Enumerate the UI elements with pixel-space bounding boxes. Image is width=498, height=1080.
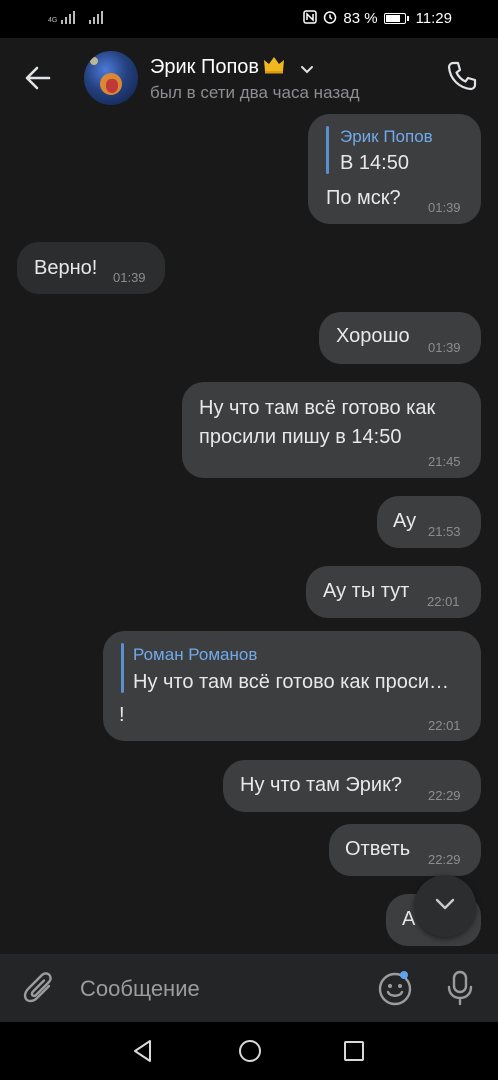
message-time: 01:39 bbox=[428, 340, 461, 355]
status-bar: 4G 83 % 11:29 bbox=[0, 0, 498, 38]
scroll-down-button[interactable] bbox=[414, 875, 476, 937]
emoji-icon[interactable] bbox=[376, 970, 414, 1008]
back-arrow-icon[interactable] bbox=[20, 60, 56, 96]
contact-name-row[interactable]: Эрик Попов bbox=[150, 56, 315, 79]
chevron-down-icon bbox=[432, 891, 458, 922]
reply-quote-bar bbox=[326, 126, 329, 174]
reply-author: Роман Романов bbox=[133, 645, 258, 664]
message-time: 21:53 bbox=[428, 524, 461, 539]
message-time: 22:01 bbox=[427, 594, 460, 609]
message-input[interactable] bbox=[80, 972, 360, 1006]
message-bubble[interactable]: Роман Романов Ну что там всё готово как … bbox=[103, 631, 481, 741]
status-signals: 4G bbox=[48, 10, 104, 24]
message-list[interactable]: Эрик Попов В 14:50 По мск? 01:39 Верно! … bbox=[0, 114, 498, 954]
message-bubble[interactable]: Эрик Попов В 14:50 По мск? 01:39 bbox=[308, 114, 481, 224]
battery-icon bbox=[383, 13, 409, 24]
message-text: Верно! bbox=[34, 257, 98, 279]
message-time: 22:29 bbox=[428, 788, 461, 803]
cellular-signal-2-icon bbox=[89, 10, 104, 24]
clock: 11:29 bbox=[415, 10, 452, 27]
message-bubble[interactable]: Верно! 01:39 bbox=[17, 242, 165, 294]
reply-quote-bar bbox=[121, 643, 124, 693]
contact-status: был в сети два часа назад bbox=[150, 83, 360, 102]
message-text: По мск? bbox=[326, 187, 401, 209]
message-time: 01:39 bbox=[113, 270, 146, 285]
reply-text: В 14:50 bbox=[340, 152, 409, 174]
message-time: 22:29 bbox=[428, 852, 461, 867]
new-stickers-dot bbox=[400, 971, 408, 979]
message-bubble[interactable]: Хорошо 01:39 bbox=[319, 312, 481, 364]
phone-icon[interactable] bbox=[444, 58, 480, 94]
crown-icon bbox=[263, 56, 285, 79]
reply-text: Ну что там всё готово как проси… bbox=[133, 671, 450, 693]
message-bubble[interactable]: Ну что там Эрик? 22:29 bbox=[223, 760, 481, 812]
message-time: 22:01 bbox=[428, 718, 461, 733]
message-bubble[interactable]: Ау 21:53 bbox=[377, 496, 481, 548]
cellular-signal-icon: 4G bbox=[48, 10, 76, 24]
system-nav-bar bbox=[0, 1022, 498, 1080]
battery-percent: 83 % bbox=[343, 10, 378, 27]
nav-back-icon[interactable] bbox=[130, 1038, 156, 1064]
status-right: 83 % 11:29 bbox=[303, 10, 452, 27]
nav-recent-icon[interactable] bbox=[342, 1039, 366, 1063]
chevron-down-icon[interactable] bbox=[299, 60, 315, 76]
contact-name[interactable]: Эрик Попов bbox=[150, 56, 259, 79]
nfc-icon bbox=[303, 10, 318, 27]
message-text-line: Ну что там всё готово как bbox=[199, 397, 436, 419]
message-text: Ау ты тут bbox=[323, 580, 410, 602]
message-text-line: просили пишу в 14:50 bbox=[199, 426, 402, 448]
message-bubble[interactable]: Ау ты тут 22:01 bbox=[306, 566, 481, 618]
reply-author: Эрик Попов bbox=[340, 127, 433, 146]
network-label: 4G bbox=[48, 17, 58, 24]
message-bubble[interactable]: Ну что там всё готово как просили пишу в… bbox=[182, 382, 481, 478]
composer bbox=[0, 954, 498, 1022]
microphone-icon[interactable] bbox=[444, 968, 476, 1008]
avatar[interactable] bbox=[84, 51, 138, 105]
nav-home-icon[interactable] bbox=[237, 1038, 263, 1064]
message-text: Ну что там Эрик? bbox=[240, 774, 402, 796]
message-text: Ау bbox=[393, 510, 417, 532]
message-text: Ответь bbox=[345, 838, 411, 860]
message-text: Хорошо bbox=[336, 325, 410, 347]
alarm-icon bbox=[323, 10, 337, 27]
attach-icon[interactable] bbox=[22, 970, 56, 1006]
message-time: 01:39 bbox=[428, 200, 461, 215]
message-time: 21:45 bbox=[428, 454, 461, 469]
chat-header: Эрик Попов был в сети два часа назад bbox=[0, 38, 498, 114]
message-text: ! bbox=[119, 704, 125, 726]
message-bubble[interactable]: Ответь 22:29 bbox=[329, 824, 481, 876]
